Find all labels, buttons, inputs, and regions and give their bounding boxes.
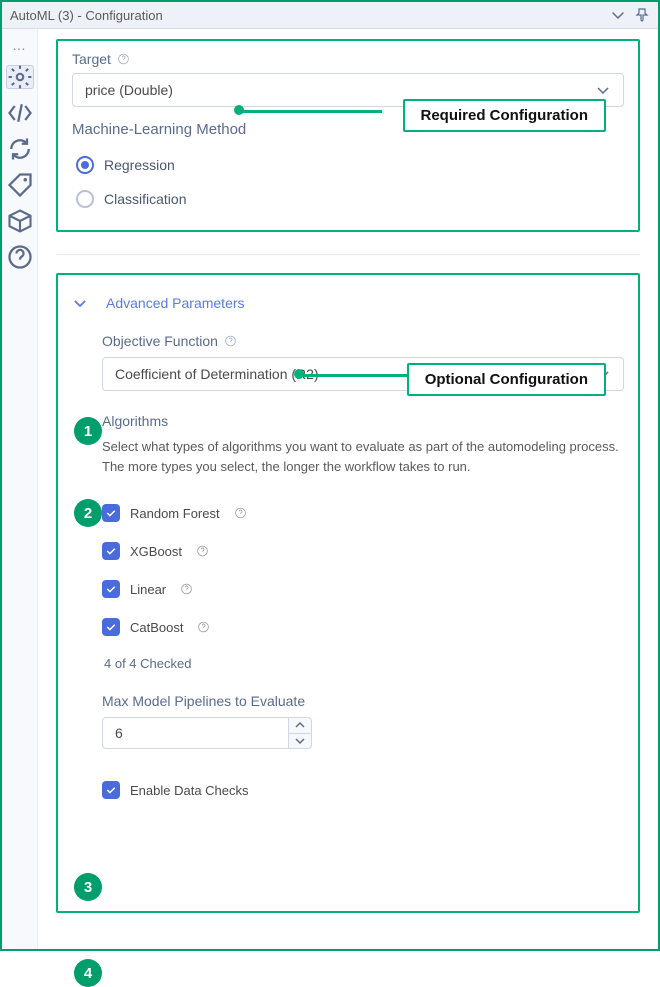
rail-more-icon[interactable]: … bbox=[12, 37, 27, 53]
rail-code-icon[interactable] bbox=[6, 101, 34, 125]
algorithm-checkbox[interactable]: Random Forest bbox=[102, 494, 624, 532]
optional-config-callout: Optional Configuration bbox=[407, 363, 606, 396]
checkbox-checked-icon bbox=[102, 618, 120, 636]
algorithms-label: Algorithms bbox=[102, 413, 624, 429]
objective-function-value: Coefficient of Determination (R2) bbox=[115, 366, 319, 382]
pin-icon[interactable] bbox=[634, 7, 650, 23]
radio-icon bbox=[76, 190, 94, 208]
algorithm-label: Linear bbox=[130, 582, 166, 597]
chevron-down-icon bbox=[72, 295, 88, 311]
algorithms-help-text: Select what types of algorithms you want… bbox=[102, 437, 624, 476]
help-icon[interactable] bbox=[234, 507, 247, 520]
algorithm-label: CatBoost bbox=[130, 620, 183, 635]
enable-data-checks-checkbox[interactable]: Enable Data Checks bbox=[102, 771, 624, 809]
help-icon[interactable] bbox=[224, 335, 237, 348]
checkbox-checked-icon bbox=[102, 542, 120, 560]
target-label-text: Target bbox=[72, 51, 111, 67]
target-select-value: price (Double) bbox=[85, 82, 173, 98]
radio-icon bbox=[76, 156, 94, 174]
spinner-down-icon[interactable] bbox=[289, 734, 311, 749]
advanced-parameters-toggle[interactable]: Advanced Parameters bbox=[72, 295, 624, 311]
max-pipelines-group: Max Model Pipelines to Evaluate 6 bbox=[102, 693, 624, 749]
objective-function-label: Objective Function bbox=[102, 333, 624, 349]
step-badge-3: 3 bbox=[74, 873, 102, 901]
algorithm-checkbox[interactable]: XGBoost bbox=[102, 532, 624, 570]
max-pipelines-label: Max Model Pipelines to Evaluate bbox=[102, 693, 624, 709]
required-config-section: Target price (Double) Machine-Learning M… bbox=[56, 39, 640, 232]
target-label: Target bbox=[72, 51, 624, 67]
radio-classification[interactable]: Classification bbox=[72, 182, 624, 216]
algorithm-label: Random Forest bbox=[130, 506, 220, 521]
required-config-callout: Required Configuration bbox=[403, 99, 607, 132]
rail-tag-icon[interactable] bbox=[6, 173, 34, 197]
annotation-line bbox=[238, 110, 382, 113]
step-badge-1: 1 bbox=[74, 417, 102, 445]
enable-data-checks-label: Enable Data Checks bbox=[130, 783, 249, 798]
help-icon[interactable] bbox=[196, 545, 209, 558]
divider bbox=[56, 254, 640, 255]
rail-cube-icon[interactable] bbox=[6, 209, 34, 233]
algorithms-count-text: 4 of 4 Checked bbox=[104, 656, 624, 671]
checkbox-checked-icon bbox=[102, 580, 120, 598]
checkbox-checked-icon bbox=[102, 781, 120, 799]
spinner-up-icon[interactable] bbox=[289, 718, 311, 734]
radio-classification-label: Classification bbox=[104, 191, 186, 207]
window-title: AutoML (3) - Configuration bbox=[10, 8, 163, 23]
max-pipelines-input[interactable]: 6 bbox=[102, 717, 289, 749]
objective-function-label-text: Objective Function bbox=[102, 333, 218, 349]
rail-help-icon[interactable] bbox=[6, 245, 34, 269]
checkbox-checked-icon bbox=[102, 504, 120, 522]
rail-settings-icon[interactable] bbox=[6, 65, 34, 89]
help-icon[interactable] bbox=[197, 621, 210, 634]
side-rail: … bbox=[2, 29, 38, 949]
advanced-parameters-label: Advanced Parameters bbox=[106, 295, 245, 311]
algorithm-checkbox[interactable]: Linear bbox=[102, 570, 624, 608]
algorithms-group: Algorithms Select what types of algorith… bbox=[102, 413, 624, 671]
algorithm-checkbox[interactable]: CatBoost bbox=[102, 608, 624, 646]
step-badge-2: 2 bbox=[74, 499, 102, 527]
radio-regression-label: Regression bbox=[104, 157, 175, 173]
algorithm-label: XGBoost bbox=[130, 544, 182, 559]
radio-regression[interactable]: Regression bbox=[72, 148, 624, 182]
window-titlebar: AutoML (3) - Configuration bbox=[2, 2, 658, 29]
chevron-down-icon[interactable] bbox=[610, 7, 626, 23]
annotation-line bbox=[298, 374, 414, 377]
help-icon[interactable] bbox=[117, 53, 130, 66]
help-icon[interactable] bbox=[180, 583, 193, 596]
rail-refresh-icon[interactable] bbox=[6, 137, 34, 161]
chevron-down-icon bbox=[595, 82, 611, 98]
